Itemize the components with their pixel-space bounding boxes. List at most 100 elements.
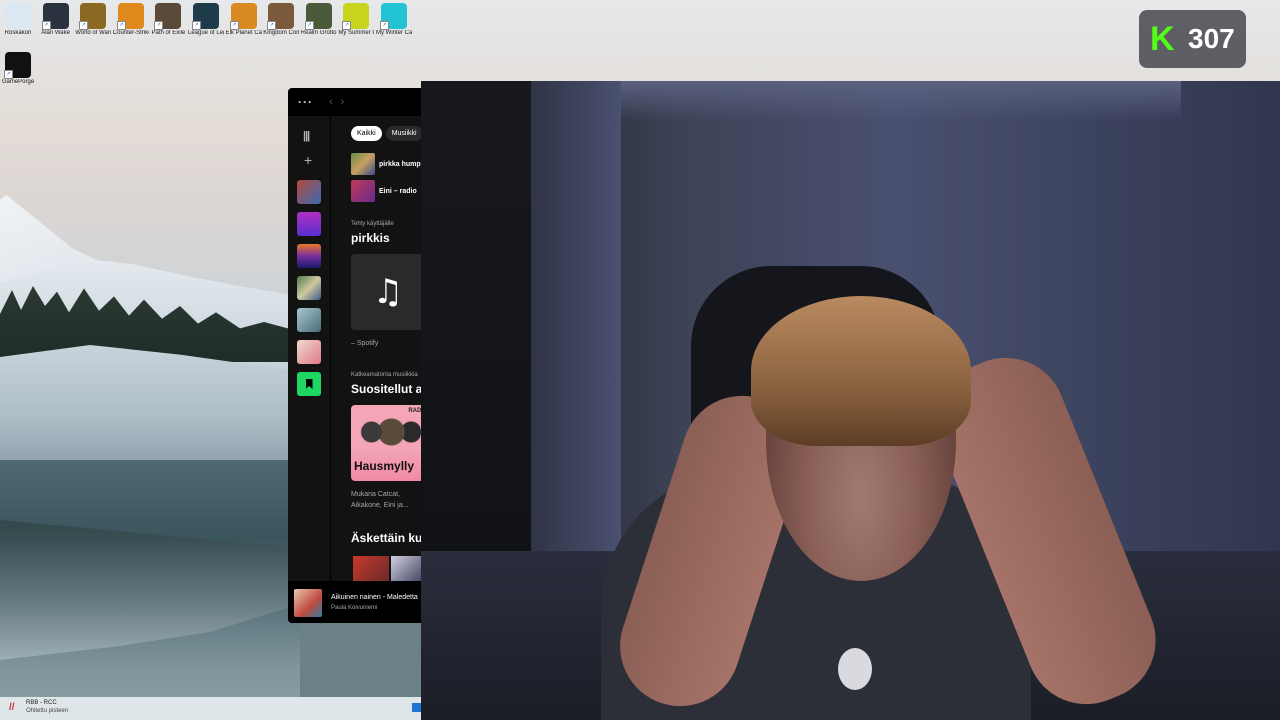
desktop-icon-label: My Winter Car	[376, 30, 412, 36]
now-playing-song[interactable]: Aikuinen nainen - Maledetta	[331, 594, 418, 601]
radio-card-sub: Mukana Catcat,	[351, 491, 401, 498]
desktop-icon-label: Elk Planet Call of the...	[225, 30, 262, 36]
sidebar-playlist-thumb[interactable]	[297, 276, 321, 300]
anvil-icon: ↗	[4, 52, 31, 79]
bookmark-icon	[305, 379, 313, 389]
sidebar-playlist-thumb[interactable]	[297, 340, 321, 364]
section-title: Äskettäin ku	[351, 531, 423, 545]
recent-title: pirkka humpp	[379, 160, 425, 168]
spotify-titlebar: ··· ‹ ›	[288, 88, 428, 116]
plus-icon[interactable]: +	[304, 152, 312, 168]
desktop-icon[interactable]: ↗Kingdom Come Deliverance	[263, 3, 299, 37]
shortcut-arrow-icon: ↗	[342, 21, 352, 30]
recent-item[interactable]: pirkka humpp	[351, 153, 425, 175]
desktop-icon[interactable]: ↗World of Warcraft	[75, 3, 111, 37]
poe-icon: ↗	[154, 3, 182, 30]
recent-item[interactable]: Eini – radio	[351, 180, 417, 202]
recent-title: Eini – radio	[379, 187, 417, 195]
kick-logo-icon: K	[1150, 20, 1175, 58]
shortcut-arrow-icon: ↗	[267, 21, 277, 30]
alan-wake-icon: ↗	[41, 3, 69, 30]
radio-card-photos	[355, 417, 421, 447]
desktop-icon[interactable]: ↗ My Winter Car	[376, 3, 412, 37]
viewer-count-badge: K 307	[1139, 10, 1246, 68]
radio-card-sub: Aikakone, Eini ja...	[351, 502, 409, 509]
kcd-icon: ↗	[267, 3, 295, 30]
spotify-home: Kaikki Musiikki pirkka humpp Eini – radi…	[331, 116, 428, 581]
desktop-icon-label: Path of Exile	[151, 30, 186, 36]
desktop-icon[interactable]: ↗Elk Planet Call of the...	[226, 3, 262, 37]
shortcut-arrow-icon: ↗	[79, 21, 89, 30]
shortcut-arrow-icon: ↗	[380, 21, 389, 30]
game-icon: ↗	[304, 3, 332, 30]
taskbar: // RBB - RCC Ohitettu pisteen	[0, 697, 421, 720]
webcam-shirt-logo	[838, 648, 872, 690]
sidebar-liked-songs[interactable]	[297, 372, 321, 396]
desktop-icon[interactable]: ↗League of Legends	[188, 3, 224, 37]
radio-card-title: Hausmylly	[354, 459, 415, 473]
radio-card[interactable]: RADI Hausmylly	[351, 405, 425, 481]
desktop-icon-label: Alan Wake	[41, 30, 70, 36]
chip-all[interactable]: Kaikki	[351, 126, 382, 141]
desktop-icon-label: League of Legends	[188, 30, 224, 36]
taskbar-app-title[interactable]: RBB - RCC	[26, 700, 57, 706]
desktop-icon-label: World of Warcraft	[75, 30, 111, 36]
desktop-icon-label: My Summer Car	[338, 30, 374, 36]
sidebar-playlist-thumb[interactable]	[297, 308, 321, 332]
taskbar-app-subtitle: Ohitettu pisteen	[26, 708, 69, 714]
desktop-icon[interactable]: ↗ Alan Wake	[38, 3, 74, 37]
made-for-label: Tehty käyttäjälle	[351, 221, 394, 227]
wow-icon: ↗	[79, 3, 107, 30]
chip-music[interactable]: Musiikki	[385, 126, 423, 141]
sidebar-playlist-thumb[interactable]	[297, 180, 321, 204]
shortcut-arrow-icon: ↗	[154, 21, 164, 30]
section-title: Suositellut as	[351, 382, 428, 396]
back-arrow-icon[interactable]: ‹	[329, 96, 333, 108]
spotify-window[interactable]: ··· ‹ › ||| + Kaikki Musiikki pirkka hum…	[288, 88, 428, 623]
msc-icon: ↗	[342, 3, 370, 30]
now-playing-artist[interactable]: Paula Koivuniemi	[331, 605, 377, 611]
shortcut-arrow-icon: ↗	[192, 21, 201, 30]
section-label: Katkeamatonta musiikkia	[351, 372, 418, 378]
desktop-icon-label: Realm Grotto...	[300, 30, 337, 36]
sidebar-playlist-thumb[interactable]	[297, 212, 321, 236]
webcam-doorframe	[531, 81, 621, 561]
viewer-count: 307	[1188, 23, 1235, 54]
shortcut-arrow-icon: ↗	[4, 70, 13, 79]
forward-arrow-icon[interactable]: ›	[341, 96, 345, 108]
shortcut-arrow-icon: ↗	[229, 21, 239, 30]
game-icon: ↗	[229, 3, 257, 30]
recent-art	[351, 180, 375, 202]
desktop-icon-label: GamePorge	[1, 79, 35, 85]
mwc-icon: ↗	[380, 3, 407, 30]
desktop-icon[interactable]: ↗My Summer Car	[338, 3, 374, 37]
shortcut-arrow-icon: ↗	[304, 21, 314, 30]
playlist-card-art[interactable]: ♫	[351, 254, 425, 330]
recent-thumb[interactable]	[353, 556, 389, 581]
music-note-icon: ♫	[372, 272, 404, 312]
desktop-icon[interactable]: Roskakori	[0, 3, 36, 37]
made-for-title: pirkkis	[351, 231, 390, 245]
desktop-icon[interactable]: ↗Counter-Strike 2	[113, 3, 149, 37]
webcam-overlay	[421, 81, 1280, 720]
desktop-icon[interactable]: ↗ Path of Exile	[150, 3, 186, 37]
library-icon[interactable]: |||	[303, 130, 310, 142]
playlist-card-caption: – Spotify	[351, 340, 379, 347]
windows-start-icon[interactable]	[412, 703, 421, 712]
desktop-icon-label: Counter-Strike 2	[112, 30, 149, 36]
app-icon[interactable]: //	[9, 702, 21, 714]
webcam-light	[621, 81, 1181, 121]
desktop-icon[interactable]: ↗ GamePorge	[0, 52, 36, 86]
now-playing-art[interactable]	[294, 589, 322, 617]
recent-art	[351, 153, 375, 175]
menu-dots-icon[interactable]: ···	[298, 95, 313, 109]
recycle-bin-icon	[5, 3, 31, 29]
sidebar-playlist-thumb[interactable]	[297, 244, 321, 268]
desktop-icon-label: Kingdom Come Deliverance	[263, 30, 300, 36]
desktop-icon-label: Roskakori	[4, 30, 32, 36]
lol-icon: ↗	[192, 3, 219, 30]
now-playing-bar[interactable]: Aikuinen nainen - Maledetta Paula Koivun…	[288, 581, 428, 623]
cs2-icon: ↗	[116, 3, 144, 30]
shortcut-arrow-icon: ↗	[116, 21, 126, 30]
desktop-icon[interactable]: ↗Realm Grotto...	[301, 3, 337, 37]
